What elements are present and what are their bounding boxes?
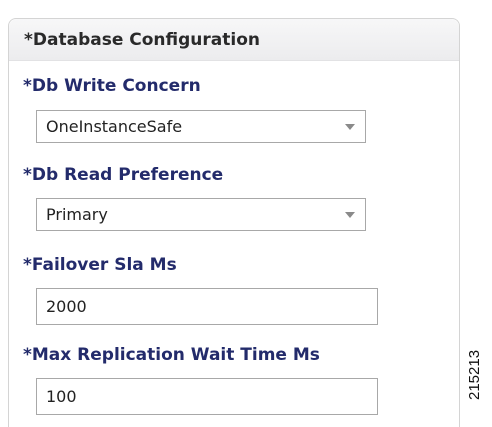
figure-id: 215213 xyxy=(466,349,483,400)
chevron-down-icon xyxy=(335,199,365,230)
panel-header: *Database Configuration xyxy=(9,19,459,61)
write-concern-label: *Db Write Concern xyxy=(23,76,201,96)
write-concern-select[interactable]: OneInstanceSafe xyxy=(36,110,366,143)
panel-title: *Database Configuration xyxy=(24,29,260,50)
canvas: *Database Configuration *Db Write Concer… xyxy=(0,0,492,427)
max-replication-wait-label: *Max Replication Wait Time Ms xyxy=(23,345,320,365)
read-preference-value: Primary xyxy=(46,205,108,224)
chevron-down-icon xyxy=(335,111,365,142)
failover-sla-label: *Failover Sla Ms xyxy=(23,255,177,275)
failover-sla-input[interactable]: 2000 xyxy=(36,288,378,325)
read-preference-label: *Db Read Preference xyxy=(23,165,224,185)
read-preference-select[interactable]: Primary xyxy=(36,198,366,231)
max-replication-wait-input[interactable]: 100 xyxy=(36,378,378,415)
write-concern-value: OneInstanceSafe xyxy=(46,117,183,136)
